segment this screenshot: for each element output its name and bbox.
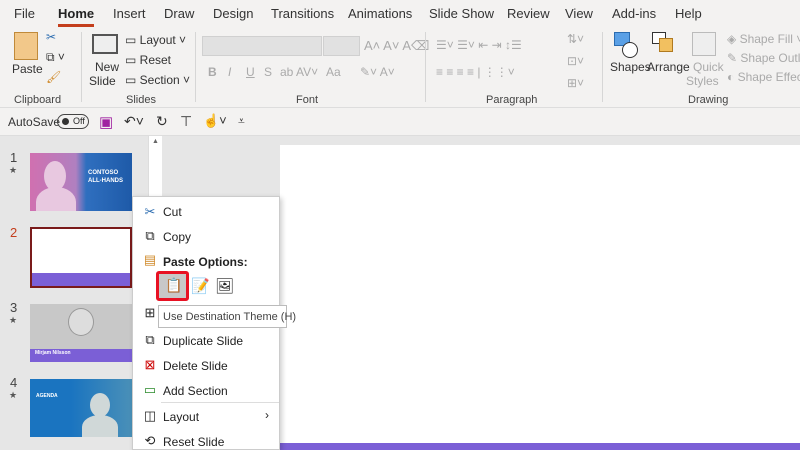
slide-number: 2	[10, 225, 18, 240]
menu-item-reset-slide[interactable]: Reset Slide	[163, 435, 224, 449]
font-size-dropdown[interactable]	[323, 36, 360, 56]
italic-button[interactable]: I	[228, 65, 231, 79]
tab-view[interactable]: View	[565, 6, 593, 21]
tab-review[interactable]: Review	[507, 6, 550, 21]
duplicate-slide-icon: ⧉	[145, 332, 155, 347]
layout-button[interactable]: ▭ Layout ˅	[125, 33, 186, 47]
ribbon-tabs: File Home Insert Draw Design Transitions…	[0, 0, 800, 28]
paste-picture-button[interactable]: 🖼	[215, 277, 234, 295]
new-slide-button[interactable]: Slide	[89, 74, 116, 88]
tab-insert[interactable]: Insert	[113, 6, 146, 21]
group-label-drawing: Drawing	[688, 94, 729, 106]
autosave-label: AutoSave	[8, 115, 61, 129]
smartart-icon[interactable]: ⊞˅	[567, 76, 584, 90]
change-case-button[interactable]: Aa	[326, 65, 341, 79]
highlight-color-icon[interactable]: ✎˅ A˅	[360, 65, 395, 79]
animation-star-icon: ★	[9, 315, 18, 325]
menu-item-copy[interactable]: Copy	[163, 230, 191, 244]
slide-number: 4	[10, 375, 18, 390]
quick-styles-label[interactable]: Quick	[693, 60, 724, 74]
shape-outline-button[interactable]: ✎ Shape Outline	[727, 51, 800, 65]
autosave-toggle[interactable]: Off	[57, 114, 89, 129]
arrange-button[interactable]: Arrange	[647, 60, 690, 74]
animation-star-icon: ★	[9, 165, 18, 175]
layout-icon: ◫	[143, 408, 157, 423]
quick-styles-button[interactable]: Styles	[686, 74, 719, 88]
align-icons[interactable]: ≡ ≡ ≡ ≡ | ⋮⋮˅	[436, 65, 515, 79]
ribbon: Paste ✂ ⧉ ˅ 🖌 Clipboard New Slide ▭ Layo…	[0, 28, 800, 108]
new-slide-label[interactable]: New	[95, 60, 119, 74]
font-size-icons[interactable]: A˄ A˅ A⌫	[364, 38, 429, 54]
cut-icon[interactable]: ✂	[46, 30, 56, 44]
menu-item-add-section[interactable]: Add Section	[163, 384, 228, 398]
align-text-icon[interactable]: ⊡˅	[567, 54, 584, 68]
tab-add-ins[interactable]: Add-ins	[612, 6, 656, 21]
new-slide-icon[interactable]	[92, 34, 118, 54]
clipboard-theme-icon: 📋	[165, 277, 183, 293]
slide-number: 3	[10, 300, 18, 315]
tab-draw[interactable]: Draw	[164, 6, 194, 21]
paste-icon: ▤	[143, 252, 157, 267]
touch-mode-icon[interactable]: ☝˅	[203, 113, 227, 129]
bold-button[interactable]: B	[208, 65, 217, 79]
menu-item-duplicate-slide[interactable]: Duplicate Slide	[163, 334, 243, 348]
delete-slide-icon: ⊠	[144, 357, 156, 372]
cut-icon: ✂	[144, 204, 156, 219]
submenu-chevron-icon: ›	[265, 408, 269, 422]
paste-use-destination-theme-button[interactable]: 📋	[156, 271, 189, 301]
paste-keep-source-formatting-button[interactable]: 📝	[191, 277, 210, 295]
text-direction-icon[interactable]: ⇅˅	[567, 32, 584, 46]
group-label-paragraph: Paragraph	[486, 94, 538, 106]
slide-thumbnail-4[interactable]: AGENDA	[30, 379, 132, 437]
copy-icon: ⧉	[145, 228, 155, 243]
slide-canvas[interactable]	[280, 145, 800, 450]
bullets-icon[interactable]: ☰˅ ☰˅ ⇤ ⇥ ↕☰	[436, 38, 522, 52]
tab-design[interactable]: Design	[213, 6, 253, 21]
present-icon[interactable]: ⊤	[180, 113, 192, 130]
tab-transitions[interactable]: Transitions	[271, 6, 334, 21]
slide-thumbnail-2-selected[interactable]	[30, 227, 132, 288]
group-label-slides: Slides	[126, 94, 156, 106]
paste-button[interactable]: Paste	[12, 62, 43, 76]
slide-number: 1	[10, 150, 18, 165]
add-section-icon: ▭	[143, 382, 157, 397]
paste-icon[interactable]	[14, 32, 38, 60]
tab-animations[interactable]: Animations	[348, 6, 412, 21]
shape-effects-button[interactable]: ◐ Shape Effects	[727, 70, 800, 84]
menu-item-cut[interactable]: Cut	[163, 205, 182, 219]
underline-button[interactable]: U	[246, 65, 255, 79]
reset-button[interactable]: ▭ Reset	[125, 53, 171, 67]
tooltip: Use Destination Theme (H)	[158, 305, 296, 328]
tab-help[interactable]: Help	[675, 6, 702, 21]
redo-icon[interactable]: ↻	[156, 113, 168, 130]
font-name-dropdown[interactable]	[202, 36, 322, 56]
scroll-up-icon[interactable]: ▲	[152, 138, 159, 145]
menu-divider	[161, 402, 279, 403]
undo-icon[interactable]: ↶˅	[124, 113, 144, 130]
group-label-clipboard: Clipboard	[14, 94, 62, 106]
tab-file[interactable]: File	[14, 6, 35, 21]
quick-styles-icon[interactable]	[692, 32, 716, 56]
shadow-button[interactable]: S	[264, 65, 272, 79]
animation-star-icon: ★	[9, 390, 18, 400]
save-icon[interactable]: ▣	[99, 113, 113, 131]
slide-thumbnail-1[interactable]: CONTOSO ALL-HANDS	[30, 153, 132, 211]
section-button[interactable]: ▭ Section ˅	[125, 73, 190, 87]
reset-slide-icon: ⟲	[144, 433, 156, 448]
copy-icon[interactable]: ⧉ ˅	[46, 50, 65, 65]
tab-slide-show[interactable]: Slide Show	[429, 6, 494, 21]
menu-item-delete-slide[interactable]: Delete Slide	[163, 359, 228, 373]
shape-fill-button[interactable]: ◈ Shape Fill ˅	[727, 32, 800, 46]
quick-access-toolbar: AutoSave Off ▣ ↶˅ ↻ ⊤ ☝˅ ⩡	[0, 108, 800, 136]
group-label-font: Font	[296, 94, 319, 106]
format-painter-icon[interactable]: 🖌	[46, 70, 61, 84]
paste-options-label: Paste Options:	[163, 255, 248, 269]
new-slide-icon: ⊞	[144, 305, 156, 320]
strikethrough-icon[interactable]: ab AV˅	[280, 65, 318, 79]
shapes-button[interactable]: Shapes	[610, 60, 651, 74]
customize-qat-icon[interactable]: ⩡	[238, 114, 245, 129]
menu-item-layout[interactable]: Layout	[163, 410, 199, 424]
tab-home[interactable]: Home	[58, 6, 95, 27]
slide-thumbnail-3[interactable]: Mirjam Nilsson	[30, 304, 132, 362]
